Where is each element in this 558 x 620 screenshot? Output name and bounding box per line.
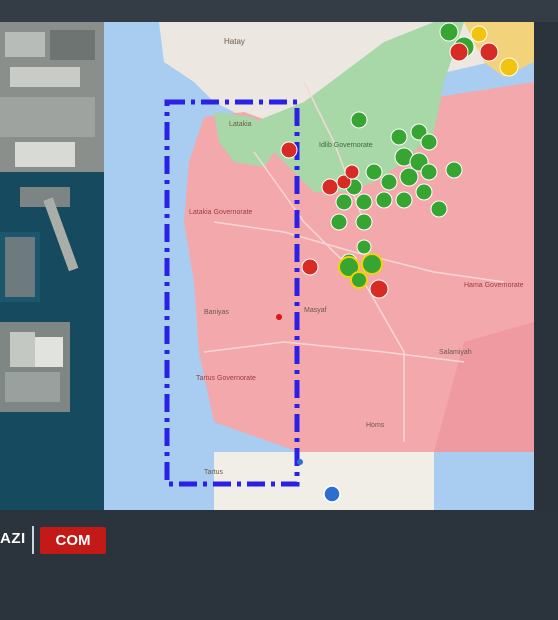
place-label: Baniyas	[204, 309, 229, 316]
place-label: Latakia Governorate	[189, 209, 253, 216]
place-label: Tartus Governorate	[196, 375, 256, 382]
place-label: Homs	[366, 422, 385, 429]
site-logo-text: AZI	[0, 530, 26, 547]
top-bar	[0, 0, 558, 22]
logo-separator	[32, 526, 34, 554]
satellite-photo	[0, 22, 104, 510]
place-label: Tartus	[204, 469, 224, 476]
location-point	[276, 314, 282, 320]
site-logo-badge: COM	[40, 527, 106, 554]
image-frame: Hatay Latakia Idlib Governorate Latakia …	[0, 22, 534, 510]
conflict-map: Hatay Latakia Idlib Governorate Latakia …	[104, 22, 534, 510]
place-label: Hatay	[224, 37, 245, 46]
place-label: Hama Governorate	[464, 282, 524, 289]
place-label: Latakia	[229, 121, 252, 128]
place-label: Masyaf	[304, 307, 327, 314]
place-label: Salamiyah	[439, 349, 472, 356]
place-label: Idlib Governorate	[319, 142, 373, 149]
blue-marker	[323, 485, 341, 503]
small-blue-marker	[297, 459, 303, 465]
lebanon-land	[214, 452, 434, 510]
